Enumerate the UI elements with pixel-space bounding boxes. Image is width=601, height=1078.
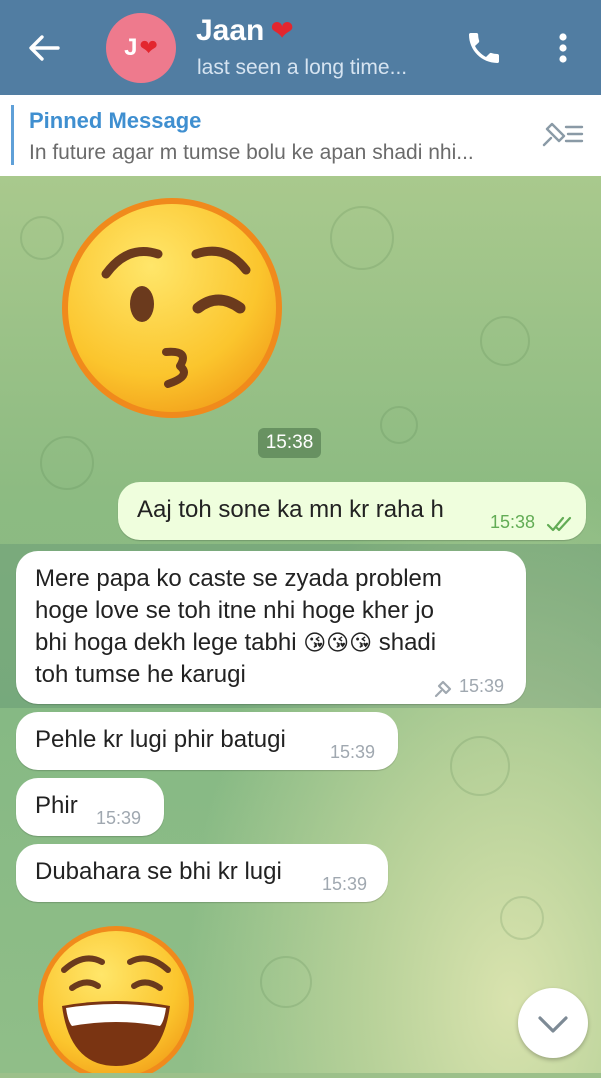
message-text: Dubahara se bhi kr lugi [35,858,282,885]
heart-icon: ❤ [270,15,294,46]
read-check-icon [546,512,574,540]
kissing-wink-sticker[interactable] [58,192,286,424]
message-time: 15:39 [322,874,368,894]
scroll-to-bottom-button[interactable] [518,988,588,1058]
kiss-emoji-icon: 😘😘😘 [303,630,373,655]
pinned-title: Pinned Message [29,108,202,133]
avatar-initial: J [124,34,138,61]
pin-icon [434,677,452,705]
message-line: hoge love se toh itne nhi hoge kher jo [35,597,434,624]
pinned-indicator [11,105,14,165]
incoming-message[interactable]: Mere papa ko caste se zyada problem hoge… [16,551,526,704]
incoming-message[interactable]: Phir 15:39 [16,778,164,836]
outgoing-message[interactable]: Aaj toh sone ka mn kr raha h 15:38 [118,482,586,540]
contact-name-text: Jaan [196,14,265,47]
incoming-message[interactable]: Dubahara se bhi kr lugi 15:39 [16,844,388,902]
last-seen-status: last seen a long time... [197,56,408,79]
message-text: Aaj toh sone ka mn kr raha h [137,496,444,523]
heart-icon: ❤ [139,35,158,60]
chat-header: J ❤ Jaan ❤ last seen a long time... [0,0,601,95]
message-time: 15:39 [330,742,376,762]
message-line: bhi hoga dekh lege tabhi 😘😘😘 shadi [35,629,437,656]
laughing-face-sticker[interactable] [36,926,196,1078]
message-line: Mere papa ko caste se zyada problem [35,565,442,592]
pin-list-icon[interactable] [540,119,584,149]
more-vert-icon[interactable] [548,28,578,68]
chevron-down-icon [538,1016,568,1033]
incoming-message[interactable]: Pehle kr lugi phir batugi 15:39 [16,712,398,770]
pinned-text: In future agar m tumse bolu ke apan shad… [29,141,474,164]
avatar[interactable]: J ❤ [106,13,176,83]
message-line: toh tumse he karugi [35,661,246,688]
phone-icon[interactable] [464,28,504,68]
sticker-timestamp: 15:38 [258,428,321,458]
back-arrow-icon[interactable] [22,26,66,70]
pinned-message-bar[interactable]: Pinned Message In future agar m tumse bo… [0,95,601,177]
message-time: 15:38 [490,512,536,532]
message-text: Phir [35,792,78,819]
contact-name[interactable]: Jaan ❤ [196,14,294,48]
message-text: Pehle kr lugi phir batugi [35,726,286,753]
message-time: 15:39 [96,808,142,828]
message-time: 15:39 [459,676,505,696]
